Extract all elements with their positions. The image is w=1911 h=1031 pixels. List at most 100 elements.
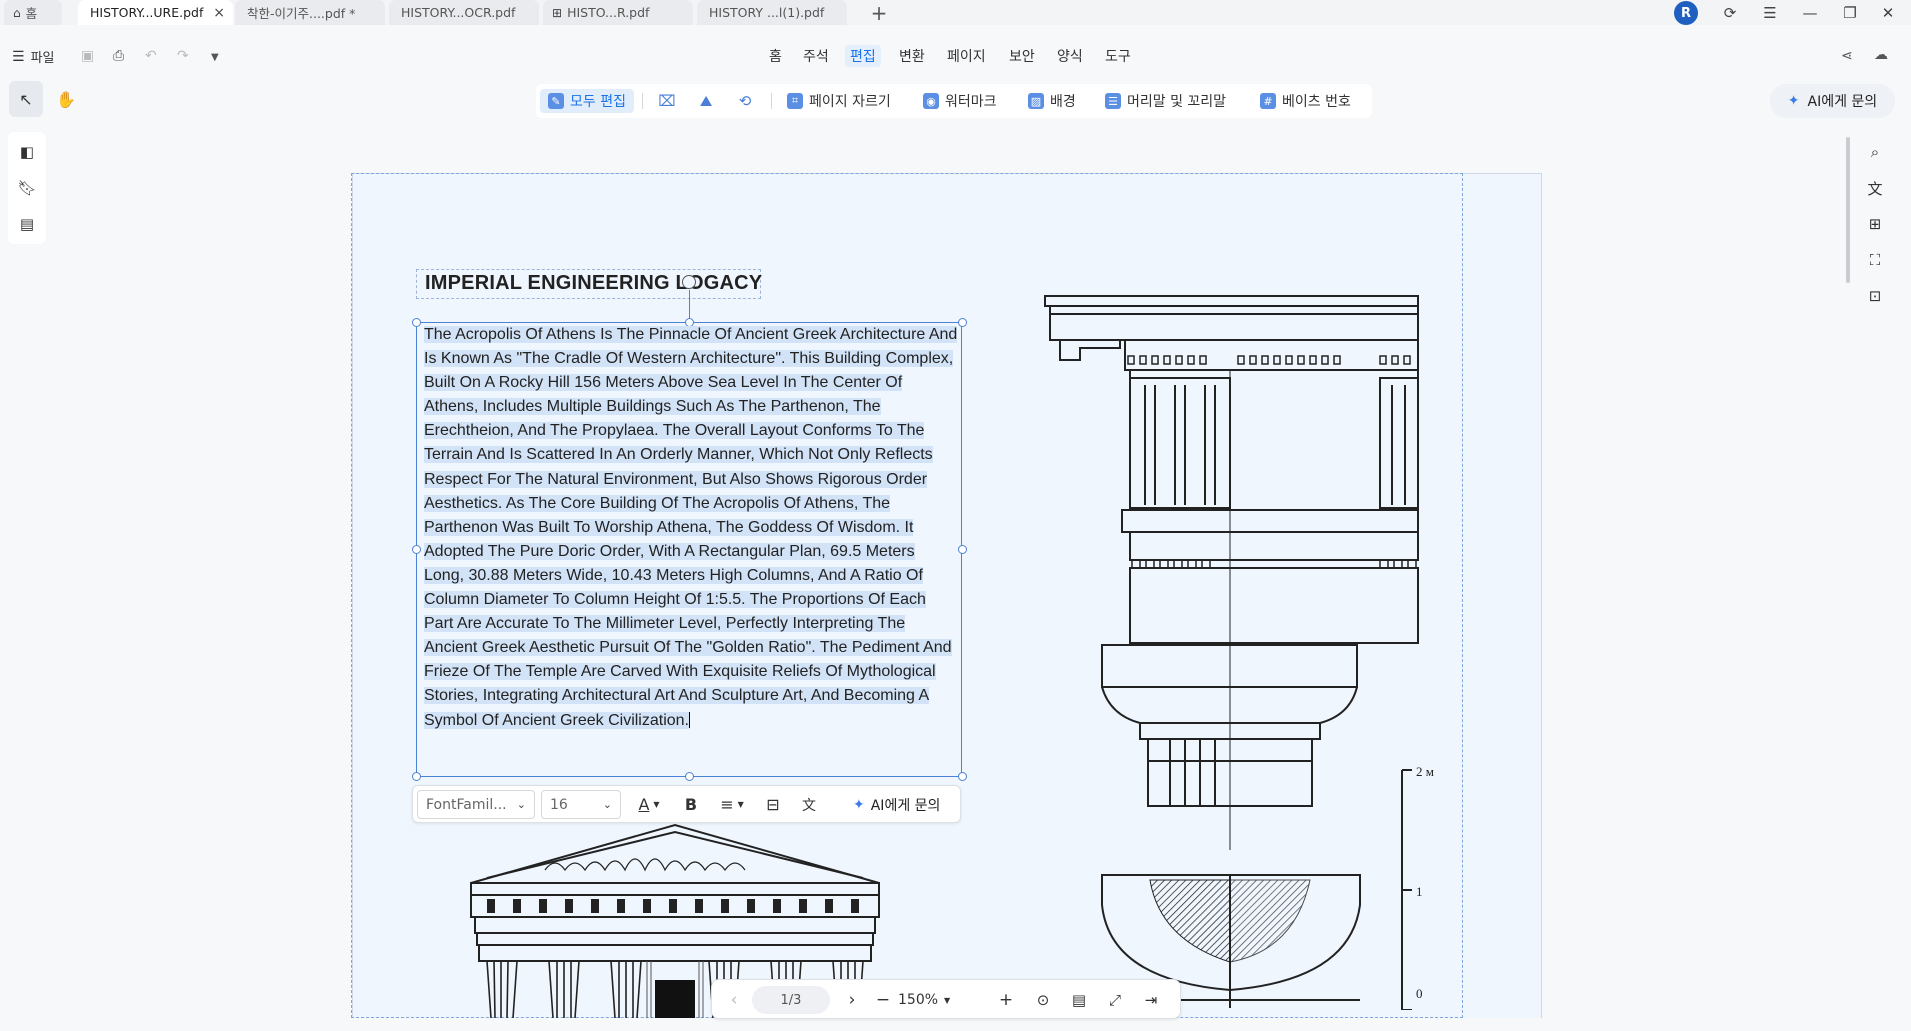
window-close-icon[interactable]: ✕ bbox=[1874, 0, 1902, 25]
menu-edit[interactable]: 편집 bbox=[845, 45, 881, 67]
previous-page-icon[interactable]: ‹ bbox=[720, 986, 748, 1014]
new-tab-plus-icon[interactable]: + bbox=[868, 0, 890, 25]
resize-handle-top-left[interactable] bbox=[412, 318, 421, 327]
home-icon: ⌂ bbox=[13, 5, 21, 20]
header-footer-label: 머리말 및 꼬리말 bbox=[1127, 94, 1227, 110]
align-left-icon: ≡ bbox=[720, 795, 734, 814]
resize-handle-left[interactable] bbox=[412, 545, 421, 554]
fullscreen-icon[interactable]: ⤢ bbox=[1101, 986, 1129, 1014]
save-icon[interactable]: ▣ bbox=[81, 48, 94, 64]
zoom-level-select[interactable]: 150% ▼ bbox=[898, 986, 962, 1014]
font-size-select[interactable]: 16 ⌄ bbox=[541, 790, 621, 819]
thumbnails-icon[interactable]: ◧ bbox=[8, 140, 46, 164]
menu-convert[interactable]: 변환 bbox=[899, 46, 925, 66]
menu-security[interactable]: 보안 bbox=[1009, 46, 1035, 66]
tab-history-1[interactable]: HISTORY ...l(1).pdf bbox=[697, 0, 847, 25]
menu-home[interactable]: 홈 bbox=[769, 46, 782, 66]
zoom-in-icon[interactable]: + bbox=[992, 986, 1020, 1014]
align-button[interactable]: ≡ ▼ bbox=[713, 791, 751, 818]
chevron-down-icon: ⌄ bbox=[516, 798, 526, 811]
text-caret bbox=[689, 712, 690, 729]
minimize-icon[interactable]: — bbox=[1796, 0, 1824, 25]
menu-form[interactable]: 양식 bbox=[1057, 46, 1083, 66]
cloud-upload-icon[interactable]: ☁ bbox=[1874, 47, 1888, 63]
menu-page[interactable]: 페이지 bbox=[947, 46, 986, 66]
fit-page-icon[interactable]: ⊙ bbox=[1029, 986, 1057, 1014]
body-paragraph[interactable]: The Acropolis Of Athens Is The Pinnacle … bbox=[424, 323, 958, 733]
close-icon[interactable]: × bbox=[213, 5, 225, 21]
compare-icon[interactable]: ⊞ bbox=[1856, 212, 1894, 236]
edit-all-button[interactable]: ✎ 모두 편집 bbox=[540, 89, 634, 113]
tab-label: 홈 bbox=[25, 6, 38, 21]
select-cursor-icon[interactable]: ↖ bbox=[9, 81, 43, 117]
print-icon[interactable]: ⎙ bbox=[113, 48, 124, 64]
resize-handle-bottom[interactable] bbox=[685, 772, 694, 781]
redo-icon[interactable]: ↷ bbox=[177, 48, 189, 64]
translate-icon[interactable]: 文 bbox=[795, 791, 823, 818]
capture-icon[interactable]: ⊡ bbox=[1856, 284, 1894, 308]
zoom-out-icon[interactable]: − bbox=[869, 986, 897, 1014]
restore-icon[interactable]: ❐ bbox=[1836, 0, 1864, 25]
pdf-grid-icon: ⊞ bbox=[552, 5, 563, 20]
resize-handle-bottom-left[interactable] bbox=[412, 772, 421, 781]
hamburger-menu-icon[interactable]: ☰ bbox=[1756, 0, 1784, 25]
menu-annotate[interactable]: 주석 bbox=[803, 46, 829, 66]
next-page-icon[interactable]: › bbox=[838, 986, 866, 1014]
translate-icon[interactable]: 文 bbox=[1856, 176, 1894, 200]
tab-history-r[interactable]: ⊞ HISTO...R.pdf bbox=[543, 0, 693, 25]
document-title[interactable]: IMPERIAL ENGINEERING LOGACY bbox=[425, 272, 762, 295]
font-family-select[interactable]: FontFamil... ⌄ bbox=[417, 790, 535, 819]
tab-label: HISTORY ...l(1).pdf bbox=[709, 5, 825, 20]
bates-number-label: 베이츠 번호 bbox=[1282, 94, 1351, 110]
background-label: 배경 bbox=[1050, 94, 1076, 110]
menu-lines-icon: ☰ bbox=[12, 48, 25, 65]
add-text-icon: ⌧ bbox=[658, 92, 676, 110]
file-menu-button[interactable]: ☰ 파일 bbox=[12, 47, 54, 67]
tab-history-ure[interactable]: HISTORY...URE.pdf × bbox=[78, 0, 233, 25]
resize-handle-top-right[interactable] bbox=[958, 318, 967, 327]
add-link-button[interactable]: ⟲ bbox=[737, 89, 753, 113]
resize-handle-right[interactable] bbox=[958, 545, 967, 554]
bookmark-icon[interactable]: 🔖︎ bbox=[8, 176, 46, 200]
search-icon[interactable]: ⌕ bbox=[1856, 140, 1894, 164]
menu-tools[interactable]: 도구 bbox=[1105, 46, 1131, 66]
hand-tool-icon[interactable]: ✋ bbox=[49, 81, 83, 117]
selected-body-text[interactable]: The Acropolis Of Athens Is The Pinnacle … bbox=[424, 326, 958, 729]
exit-view-icon[interactable]: ⇥ bbox=[1137, 986, 1165, 1014]
page-indicator[interactable]: 1/3 bbox=[752, 986, 830, 1014]
font-family-value: FontFamil... bbox=[426, 796, 507, 813]
resize-handle-bottom-right[interactable] bbox=[958, 772, 967, 781]
background-icon: ▨ bbox=[1028, 93, 1044, 109]
header-footer-button[interactable]: ☰ 머리말 및 꼬리말 bbox=[1105, 89, 1226, 113]
font-size-value: 16 bbox=[550, 796, 568, 813]
rotate-handle[interactable] bbox=[682, 275, 696, 289]
tab-home[interactable]: ⌂ 홈 bbox=[4, 0, 62, 25]
tab-book[interactable]: 착한-이기주....pdf * bbox=[235, 0, 385, 25]
header-footer-icon: ☰ bbox=[1105, 93, 1121, 109]
fit-width-icon[interactable]: ▤ bbox=[1065, 986, 1093, 1014]
background-button[interactable]: ▨ 배경 bbox=[1028, 89, 1076, 113]
tab-history-ocr[interactable]: HISTORY...OCR.pdf bbox=[389, 0, 539, 25]
crop-page-label: 페이지 자르기 bbox=[809, 94, 891, 110]
bold-icon[interactable]: B bbox=[677, 791, 705, 818]
user-avatar[interactable]: R bbox=[1674, 1, 1698, 25]
bates-number-button[interactable]: # 베이츠 번호 bbox=[1260, 89, 1351, 113]
tab-label: 착한-이기주....pdf * bbox=[247, 6, 356, 21]
watermark-button[interactable]: ◉ 워터마크 bbox=[923, 89, 997, 113]
edit-all-icon: ✎ bbox=[548, 93, 564, 109]
comment-icon[interactable]: ▤ bbox=[8, 212, 46, 236]
share-icon[interactable]: ⋖ bbox=[1841, 48, 1853, 64]
add-image-button[interactable]: ⛰ bbox=[698, 89, 714, 113]
format-ask-ai-button[interactable]: ✦ AI에게 문의 bbox=[853, 791, 940, 818]
text-box-icon[interactable]: ⊟ bbox=[759, 791, 787, 818]
crop-page-button[interactable]: ⌗ 페이지 자르기 bbox=[787, 89, 891, 113]
add-text-button[interactable]: ⌧ bbox=[658, 89, 676, 113]
sync-icon[interactable]: ⟳ bbox=[1716, 0, 1744, 25]
ask-ai-button[interactable]: ✦ AI에게 문의 bbox=[1770, 84, 1895, 118]
dropdown-arrow-icon: ▼ bbox=[737, 800, 744, 809]
ocr-scan-icon[interactable]: ⛶ bbox=[1856, 248, 1894, 272]
quick-access-dropdown-icon[interactable]: ▼ bbox=[211, 52, 219, 63]
undo-icon[interactable]: ↶ bbox=[145, 48, 157, 64]
font-color-button[interactable]: A ▼ bbox=[631, 791, 667, 818]
vertical-scrollbar[interactable] bbox=[1846, 137, 1850, 283]
